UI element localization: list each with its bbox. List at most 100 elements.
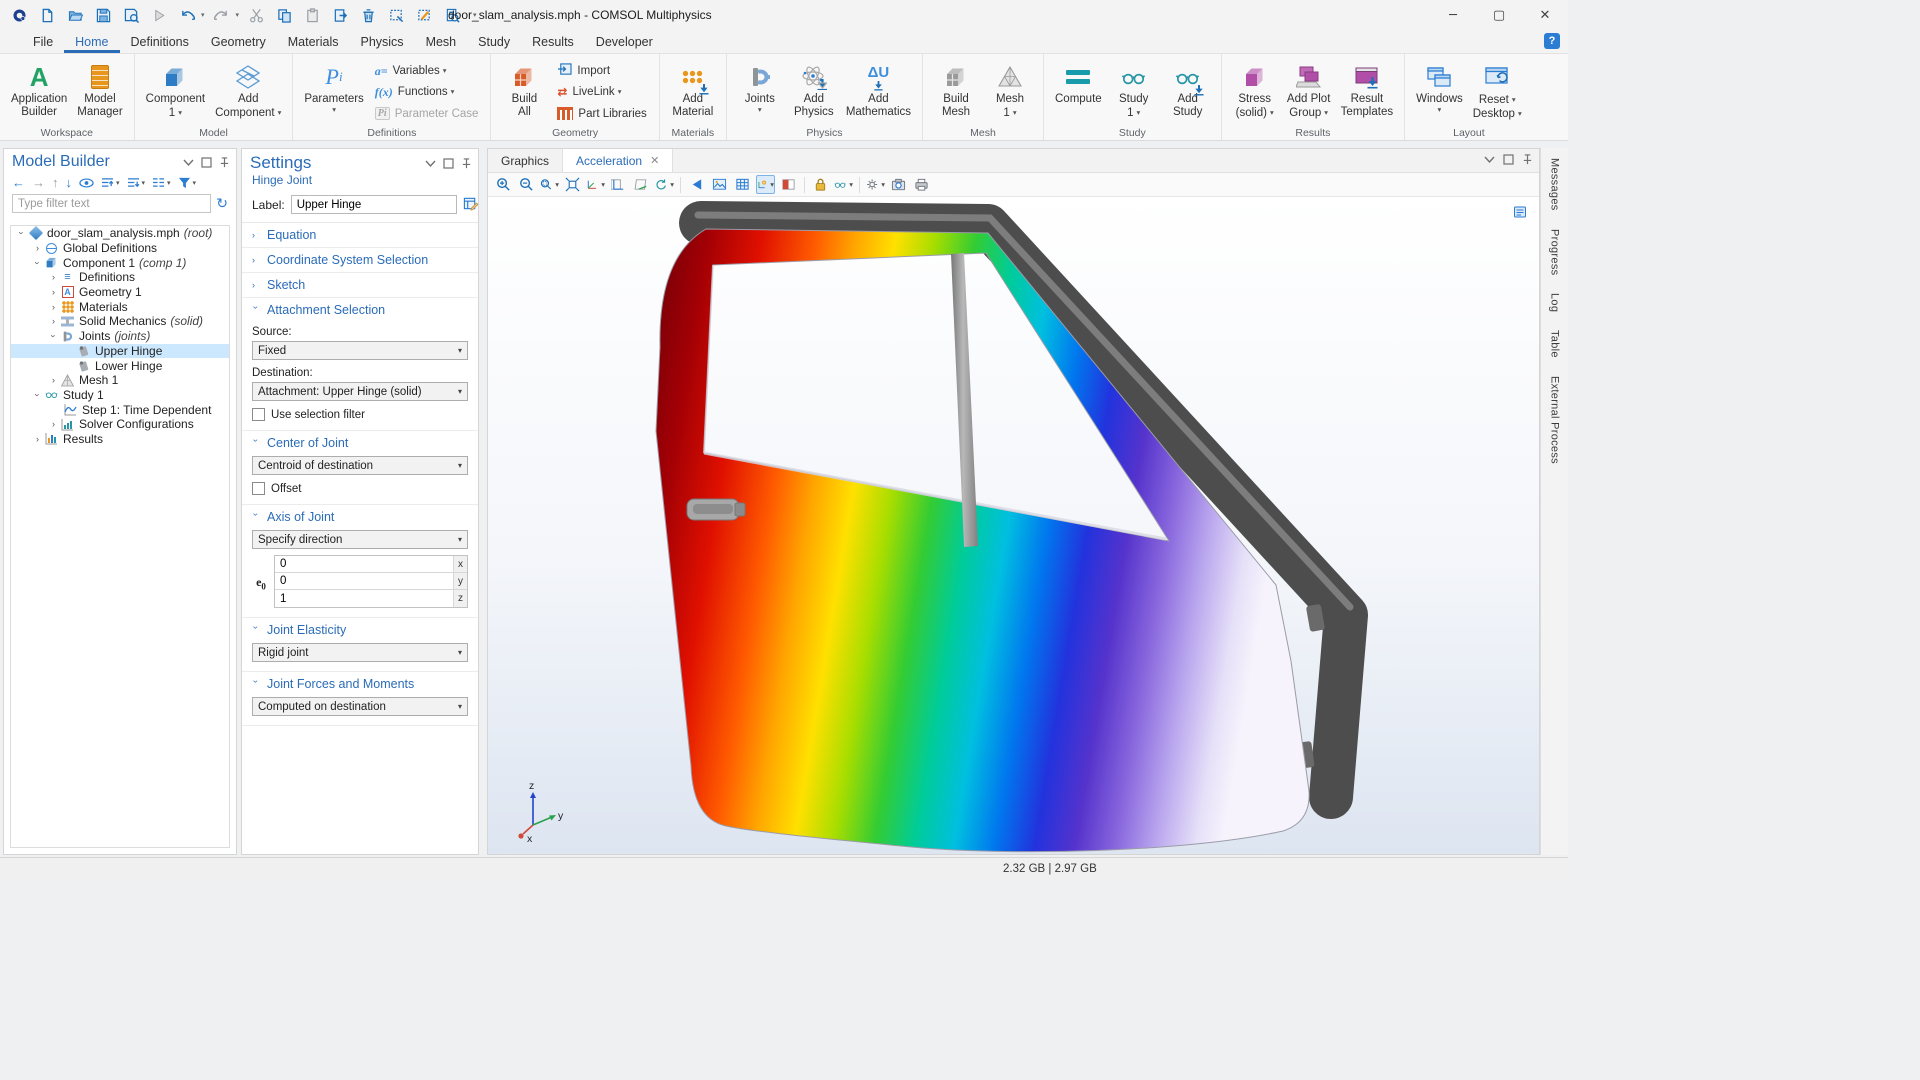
refresh-icon[interactable]: ↻ [216,196,228,212]
tree-item-lower-hinge[interactable]: Lower Hinge [11,358,229,373]
section-sketch[interactable]: ›Sketch [242,273,478,298]
tab-results[interactable]: Results [521,32,585,53]
dock-tab-log[interactable]: Log [1549,293,1561,312]
study-1-button[interactable]: Study 1 [1109,58,1159,124]
tab-acceleration-window[interactable]: Acceleration✕ [562,149,673,172]
tab-study[interactable]: Study [467,32,521,53]
panel-menu-icon[interactable] [425,158,436,169]
tree-item-root[interactable]: › door_slam_analysis.mph(root) [11,226,229,241]
section-forces-header[interactable]: ›Joint Forces and Moments [242,672,478,696]
dock-tab-messages[interactable]: Messages [1549,158,1561,211]
zoom-box-icon[interactable] [540,175,559,194]
show-grid-icon[interactable] [733,175,752,194]
lock-view-icon[interactable] [811,175,830,194]
go-to-default-view-icon[interactable] [586,175,605,194]
move-up-icon[interactable]: ↑ [52,175,59,190]
clear-selection-icon[interactable] [413,4,435,26]
view-yz-plane-icon[interactable] [632,175,651,194]
panel-menu-icon[interactable] [183,157,194,168]
joint-elasticity-dropdown[interactable]: Rigid joint▾ [252,643,468,662]
panel-float-icon[interactable] [443,158,454,169]
label-input[interactable] [291,195,457,214]
panel-menu-icon[interactable] [1484,154,1495,165]
undo-caret-icon[interactable]: ▾ [201,11,205,19]
nav-back-icon[interactable]: ← [12,175,25,190]
result-templates-button[interactable]: Result Templates [1338,58,1396,124]
model-manager-button[interactable]: Model Manager [74,58,125,124]
tree-item-component-1[interactable]: › Component 1(comp 1) [11,255,229,270]
tab-mesh[interactable]: Mesh [415,32,468,53]
delete-icon[interactable] [357,4,379,26]
tree-item-step-1[interactable]: Step 1: Time Dependent [11,402,229,417]
livelink-button[interactable]: ⇄ LiveLink [553,82,650,102]
add-mathematics-button[interactable]: ΔU Add Mathematics [843,58,914,124]
save-as-icon[interactable] [120,4,142,26]
use-selection-filter-checkbox[interactable]: Use selection filter [252,408,468,421]
tree-filter-input[interactable] [12,194,211,213]
center-of-joint-dropdown[interactable]: Centroid of destination▾ [252,456,468,475]
nav-forward-icon[interactable]: → [32,175,45,190]
panel-pin-icon[interactable] [219,157,230,168]
windows-button[interactable]: Windows ▾ [1413,58,1466,124]
close-tab-icon[interactable]: ✕ [650,154,659,167]
scene-light-icon[interactable] [756,175,775,194]
add-physics-button[interactable]: Add Physics [789,58,839,124]
image-snapshot-icon[interactable] [710,175,729,194]
select-box-icon[interactable] [385,4,407,26]
tab-home[interactable]: Home [64,32,119,53]
tree-item-study-1[interactable]: › Study 1 [11,388,229,403]
redo-caret-icon[interactable]: ▾ [236,11,240,19]
redo-icon[interactable] [211,4,233,26]
part-libraries-button[interactable]: Part Libraries [553,104,650,124]
section-equation[interactable]: ›Equation [242,223,478,248]
build-all-button[interactable]: Build All [499,58,549,124]
collapse-all-icon[interactable] [101,177,120,188]
clipboard-tool-icon[interactable] [1513,205,1527,222]
dock-tab-table[interactable]: Table [1549,330,1561,358]
application-builder-button[interactable]: A Application Builder [8,58,70,124]
plot-settings-icon[interactable] [866,175,885,194]
import-button[interactable]: Import [553,61,650,81]
tab-definitions[interactable]: Definitions [120,32,200,53]
variables-button[interactable]: a= Variables [371,61,483,81]
panel-pin-icon[interactable] [1522,154,1533,165]
close-button[interactable]: ✕ [1522,0,1568,30]
help-icon[interactable]: ? [1544,33,1560,49]
dock-tab-external-process[interactable]: External Process [1549,376,1561,464]
section-elasticity-header[interactable]: ›Joint Elasticity [242,618,478,642]
direction-x-input[interactable] [275,556,453,572]
minimize-button[interactable]: ─ [1430,0,1476,30]
parameter-case-button[interactable]: Pi Parameter Case [371,104,483,124]
copy-icon[interactable] [273,4,295,26]
camera-icon[interactable] [889,175,908,194]
print-icon[interactable] [912,175,931,194]
paste-icon[interactable] [301,4,323,26]
stress-solid-button[interactable]: Stress (solid) [1230,58,1280,124]
view-xy-plane-icon[interactable] [609,175,628,194]
section-coordinate-system[interactable]: ›Coordinate System Selection [242,248,478,273]
tree-item-materials[interactable]: › Materials [11,299,229,314]
tab-materials[interactable]: Materials [277,32,350,53]
label-rename-icon[interactable] [463,196,478,214]
new-file-icon[interactable] [36,4,58,26]
section-attachment-header[interactable]: ›Attachment Selection [242,298,478,322]
tree-item-solver-configurations[interactable]: › Solver Configurations [11,417,229,432]
select-study-icon[interactable] [834,175,853,194]
model-tree-nodes-icon[interactable] [152,177,171,188]
transparency-icon[interactable] [779,175,798,194]
add-component-button[interactable]: Add Component [212,58,284,124]
offset-checkbox[interactable]: Offset [252,482,468,495]
undo-icon[interactable] [176,4,198,26]
tree-item-upper-hinge[interactable]: Upper Hinge [11,344,229,359]
filter-icon[interactable] [178,177,197,189]
direction-y-input[interactable] [275,573,453,589]
direction-z-input[interactable] [275,590,453,607]
joints-button[interactable]: Joints ▾ [735,58,785,124]
axis-of-joint-dropdown[interactable]: Specify direction▾ [252,530,468,549]
tab-physics[interactable]: Physics [349,32,414,53]
tree-item-joints[interactable]: › Joints(joints) [11,329,229,344]
parameters-button[interactable]: Pi Parameters ▾ [301,58,366,124]
tree-item-results[interactable]: › Results [11,432,229,447]
add-study-button[interactable]: Add Study [1163,58,1213,124]
reset-desktop-button[interactable]: Reset Desktop [1470,58,1525,124]
